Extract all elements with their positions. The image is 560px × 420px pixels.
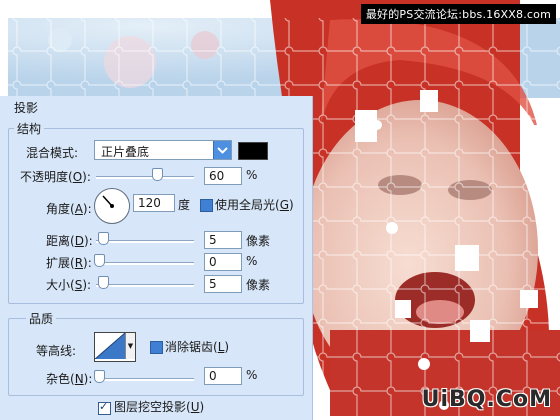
size-label: 大小(S):: [46, 278, 92, 292]
quality-legend: 品质: [26, 310, 57, 327]
spread-input[interactable]: 0: [204, 253, 242, 271]
blend-mode-value: 正片叠底: [101, 145, 150, 159]
opacity-slider-track[interactable]: [96, 176, 194, 179]
distance-slider-track[interactable]: [96, 240, 194, 243]
distance-input[interactable]: 5: [204, 231, 242, 249]
noise-label: 杂色(N):: [46, 372, 93, 386]
opacity-label: 不透明度(O):: [20, 170, 91, 184]
distance-label: 距离(D):: [46, 234, 93, 248]
layer-knockout-label: 图层挖空投影(U): [114, 400, 205, 414]
size-slider-thumb[interactable]: [98, 276, 109, 289]
antialias-label: 消除锯齿(L): [165, 340, 230, 354]
structure-legend: 结构: [14, 120, 45, 137]
opacity-input[interactable]: 60: [204, 167, 242, 185]
spread-label: 扩展(R):: [46, 256, 92, 270]
layer-knockout-checkbox[interactable]: [98, 400, 111, 415]
contour-label: 等高线:: [36, 344, 77, 358]
watermark-label: 最好的PS交流论坛:bbs.16XX8.com: [360, 4, 556, 24]
angle-input[interactable]: 120: [133, 194, 175, 212]
opacity-slider-thumb[interactable]: [152, 168, 163, 181]
chevron-down-icon[interactable]: [213, 141, 231, 159]
spread-slider-thumb[interactable]: [94, 254, 105, 267]
blend-mode-select[interactable]: 正片叠底: [94, 140, 232, 160]
spread-slider-track[interactable]: [96, 262, 194, 265]
size-input[interactable]: 5: [204, 275, 242, 293]
blend-mode-label: 混合模式:: [26, 146, 79, 160]
size-slider-track[interactable]: [96, 284, 194, 287]
spread-unit: %: [246, 254, 258, 268]
contour-chevron-down-icon[interactable]: ▼: [125, 333, 135, 359]
noise-unit: %: [246, 368, 258, 382]
angle-label: 角度(A):: [46, 202, 92, 216]
opacity-unit: %: [246, 168, 258, 182]
noise-slider-thumb[interactable]: [94, 370, 105, 383]
noise-slider-track[interactable]: [96, 378, 194, 381]
section-title: 投影: [14, 101, 39, 115]
contour-picker[interactable]: ▼: [94, 332, 136, 362]
global-light-checkbox[interactable]: [200, 199, 213, 212]
distance-slider-thumb[interactable]: [98, 232, 109, 245]
drop-shadow-panel: 投影 结构 混合模式: 正片叠底 不透明度(O): 60 % 角度(A): 12…: [0, 96, 313, 420]
angle-dial[interactable]: [94, 188, 130, 224]
global-light-label: 使用全局光(G): [215, 198, 294, 212]
size-unit: 像素: [246, 278, 271, 292]
brand-logo: UiBQ.CoM: [421, 387, 552, 412]
distance-unit: 像素: [246, 234, 271, 248]
antialias-checkbox[interactable]: [150, 341, 163, 354]
noise-input[interactable]: 0: [204, 367, 242, 385]
shadow-color-swatch[interactable]: [238, 142, 268, 160]
angle-unit: 度: [178, 198, 191, 212]
